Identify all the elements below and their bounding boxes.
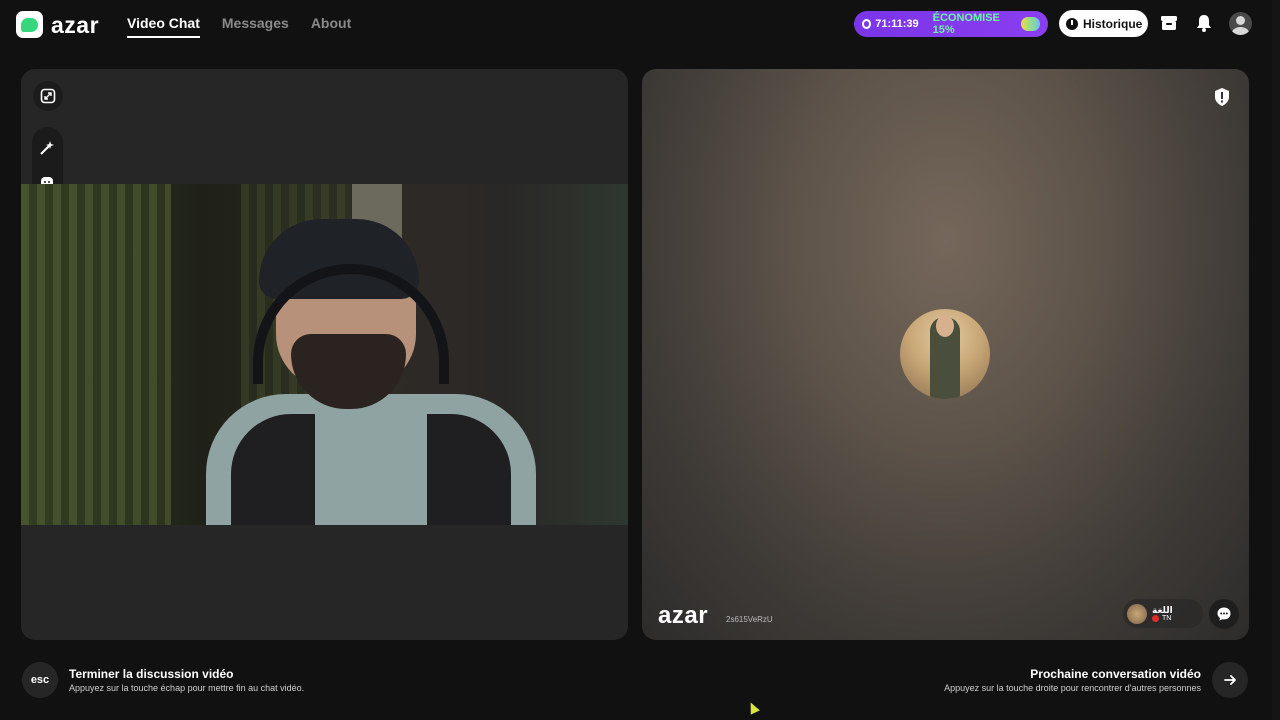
main-nav: Video Chat Messages About (127, 15, 351, 38)
store-icon[interactable] (1159, 13, 1179, 33)
self-video-panel (21, 69, 628, 640)
peer-video-panel: azar 2s615VeRzU اللغة TN (642, 69, 1249, 640)
clock-icon (1066, 17, 1078, 30)
peer-info-chip[interactable]: اللغة TN (1123, 599, 1203, 628)
peer-avatar-head (936, 315, 954, 337)
end-chat-title: Terminer la discussion vidéo (69, 667, 234, 681)
promo-timer: 71:11:39 (875, 18, 919, 30)
watermark-logo: azar (658, 602, 709, 629)
peer-country: TN (1162, 615, 1172, 622)
timer-icon (862, 19, 872, 29)
report-icon[interactable] (1213, 87, 1231, 107)
next-chat-hint: Appuyez sur la touche droite pour rencon… (944, 683, 1201, 693)
promo-badge[interactable]: 71:11:39 ÉCONOMISE 15% (854, 11, 1048, 37)
curtain-left (21, 184, 171, 525)
nav-messages[interactable]: Messages (222, 15, 289, 38)
esc-key-button[interactable]: esc (22, 662, 58, 698)
mouse-cursor-icon (746, 700, 760, 715)
azar-logo[interactable]: azar (16, 11, 99, 38)
person-vest (231, 414, 511, 525)
nav-about[interactable]: About (311, 15, 351, 38)
peer-name: اللغة (1152, 605, 1173, 615)
self-camera-feed (21, 184, 628, 525)
next-arrow-button[interactable] (1212, 662, 1248, 698)
top-header: azar Video Chat Messages About 71:11:39 … (0, 0, 1280, 48)
expand-icon[interactable] (33, 81, 63, 111)
magic-wand-icon[interactable] (32, 133, 62, 163)
scrollbar[interactable] (1272, 0, 1280, 720)
next-chat-title: Prochaine conversation vidéo (1030, 667, 1201, 681)
nav-video-chat[interactable]: Video Chat (127, 15, 200, 38)
peer-avatar (900, 309, 990, 399)
peer-mini-avatar (1127, 603, 1147, 624)
bell-icon[interactable] (1194, 13, 1214, 33)
history-button[interactable]: Historique (1059, 10, 1148, 37)
country-flag-icon (1152, 615, 1159, 622)
promo-text: ÉCONOMISE 15% (932, 12, 1000, 36)
end-chat-hint: Appuyez sur la touche échap pour mettre … (69, 683, 305, 693)
chat-bubble-icon[interactable] (1209, 599, 1239, 629)
gem-icon (1020, 17, 1041, 31)
watermark-id: 2s615VeRzU (726, 615, 773, 624)
profile-avatar-icon[interactable] (1229, 12, 1252, 35)
history-label: Historique (1083, 16, 1143, 31)
logo-mark-icon (16, 11, 43, 38)
logo-text: azar (51, 11, 100, 38)
arrow-right-icon (1224, 675, 1236, 685)
